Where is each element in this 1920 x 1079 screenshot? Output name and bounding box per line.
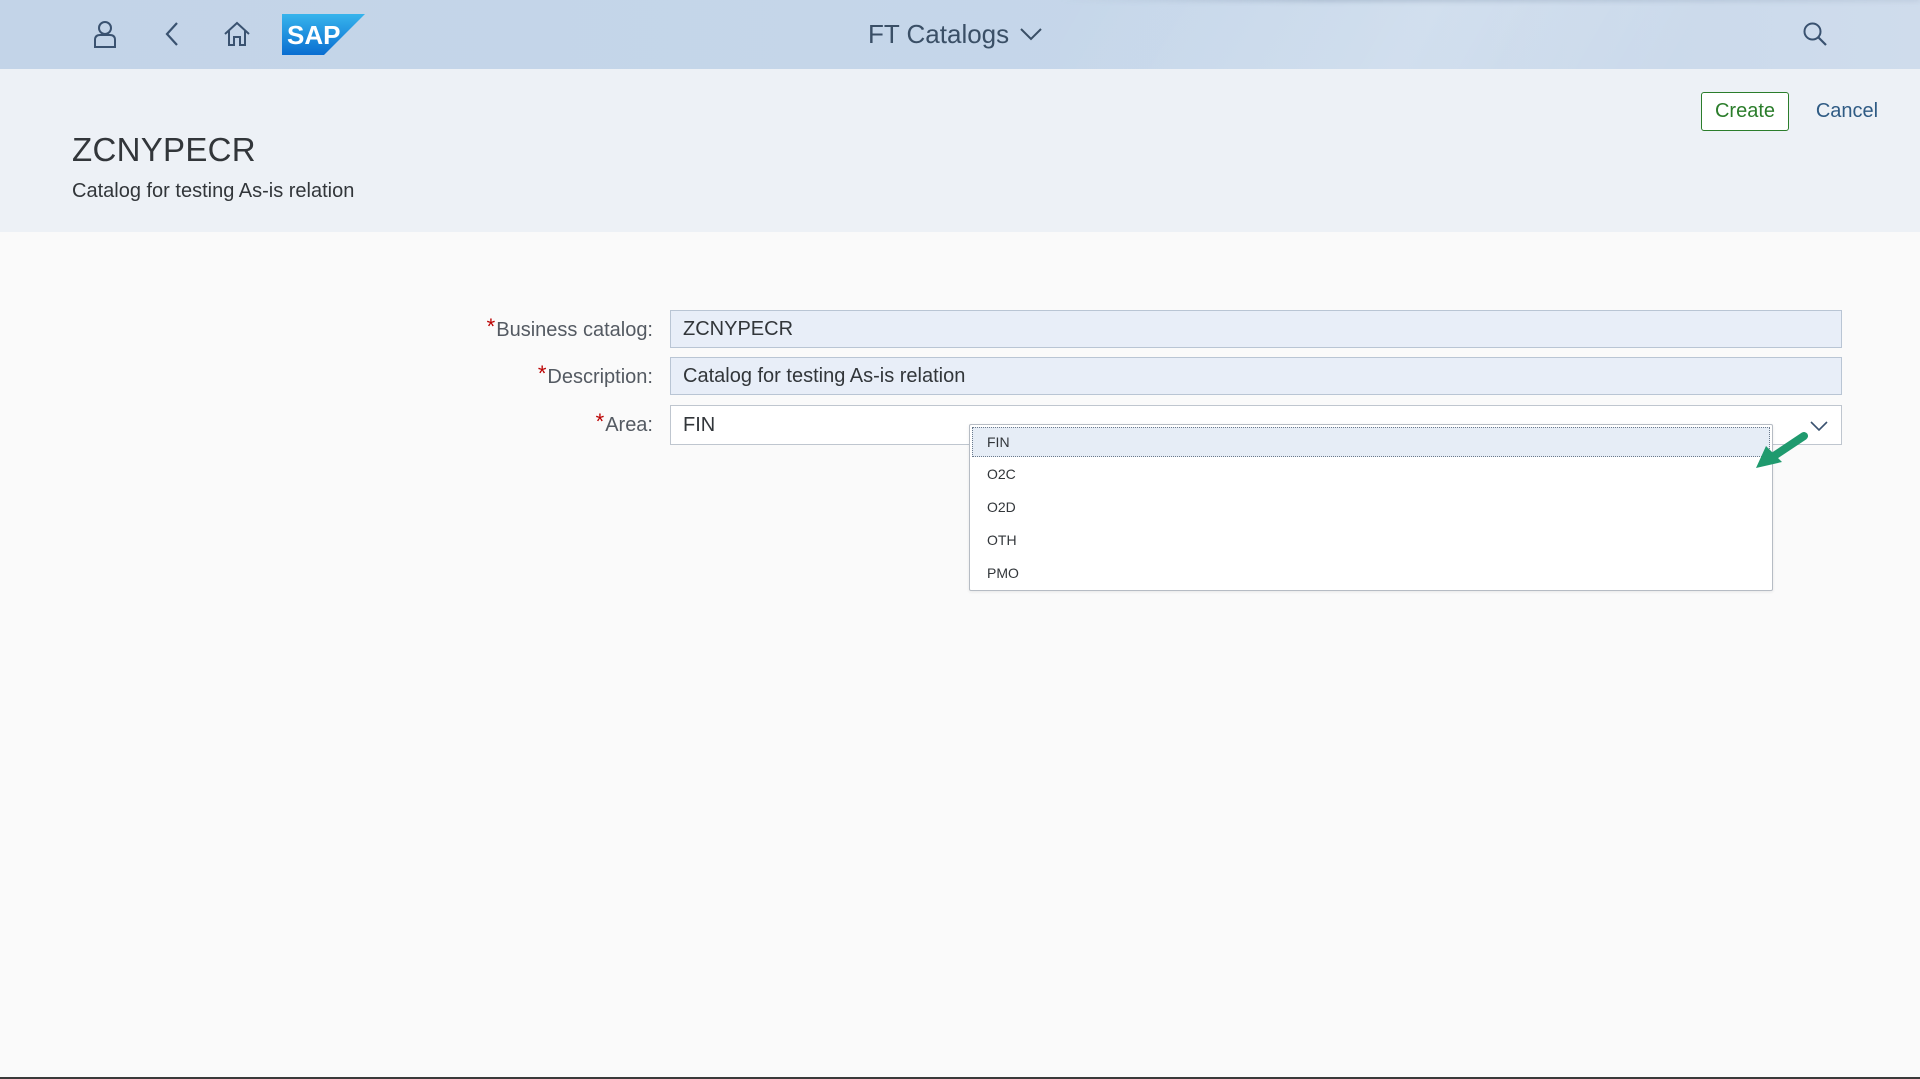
app-title: FT Catalogs [868,18,1010,49]
required-marker: * [486,314,496,339]
description-label-text: Description: [547,365,653,388]
chevron-down-icon[interactable] [1807,414,1831,438]
dropdown-option-o2d[interactable]: O2D [972,492,1770,522]
business-catalog-field[interactable]: ZCNYPECR [670,310,1842,348]
back-icon[interactable] [152,14,192,54]
app-title-menu[interactable]: FT Catalogs [868,17,1043,51]
required-marker: * [595,409,605,434]
area-select-value: FIN [683,413,716,436]
area-label: * Area: [596,405,653,445]
chevron-down-icon [1020,28,1042,41]
home-icon[interactable] [217,14,257,54]
user-icon[interactable] [85,14,125,54]
shell-bar: SAP FT Catalogs [0,0,1920,69]
dropdown-option-fin[interactable]: FIN [972,427,1770,457]
sap-logo-text: SAP [287,20,340,50]
object-header: ZCNYPECR Catalog for testing As-is relat… [0,69,1920,232]
annotation-arrow-icon [1756,432,1808,468]
business-catalog-row: * Business catalog: ZCNYPECR [0,310,1920,350]
dropdown-option-pmo[interactable]: PMO [972,558,1770,588]
cancel-button[interactable]: Cancel [1802,92,1892,131]
sap-logo[interactable]: SAP [282,14,365,55]
required-marker: * [537,361,547,386]
business-catalog-label: * Business catalog: [487,310,653,350]
page-title: ZCNYPECR [72,131,256,168]
description-row: * Description: Catalog for testing As-is… [0,357,1920,397]
business-catalog-label-text: Business catalog: [496,318,653,341]
create-button[interactable]: Create [1701,92,1789,131]
description-field[interactable]: Catalog for testing As-is relation [670,357,1842,395]
dropdown-option-oth[interactable]: OTH [972,525,1770,555]
page-subtitle: Catalog for testing As-is relation [72,180,355,202]
search-icon[interactable] [1795,14,1835,54]
dropdown-option-o2c[interactable]: O2C [972,459,1770,489]
area-dropdown-list: FIN O2C O2D OTH PMO [969,424,1773,591]
description-label: * Description: [538,357,653,397]
area-label-text: Area: [605,413,653,436]
